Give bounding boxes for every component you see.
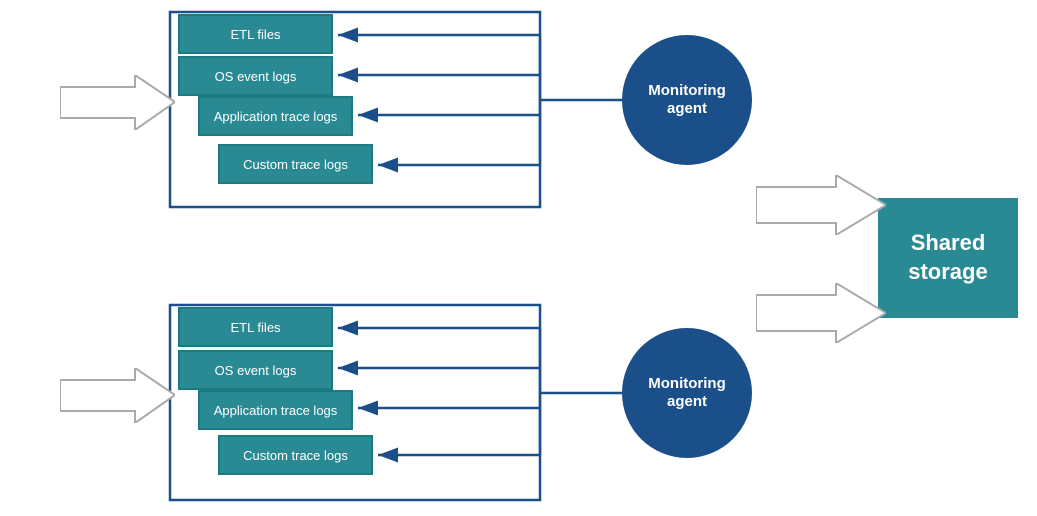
top-etl-box: ETL files [178,14,333,54]
bottom-etl-box: ETL files [178,307,333,347]
bottom-monitoring-agent: Monitoring agent [622,328,752,458]
architecture-diagram: ETL files OS event logs Application trac… [0,0,1037,516]
top-app-trace-box: Application trace logs [198,96,353,136]
top-input-arrow [60,75,175,130]
top-custom-trace-box: Custom trace logs [218,144,373,184]
top-os-box: OS event logs [178,56,333,96]
bottom-input-arrow [60,368,175,423]
shared-storage-box: Shared storage [878,198,1018,318]
top-to-storage-arrow [756,175,886,235]
bottom-os-box: OS event logs [178,350,333,390]
top-monitoring-agent: Monitoring agent [622,35,752,165]
bottom-to-storage-arrow [756,283,886,343]
bottom-custom-trace-box: Custom trace logs [218,435,373,475]
bottom-app-trace-box: Application trace logs [198,390,353,430]
